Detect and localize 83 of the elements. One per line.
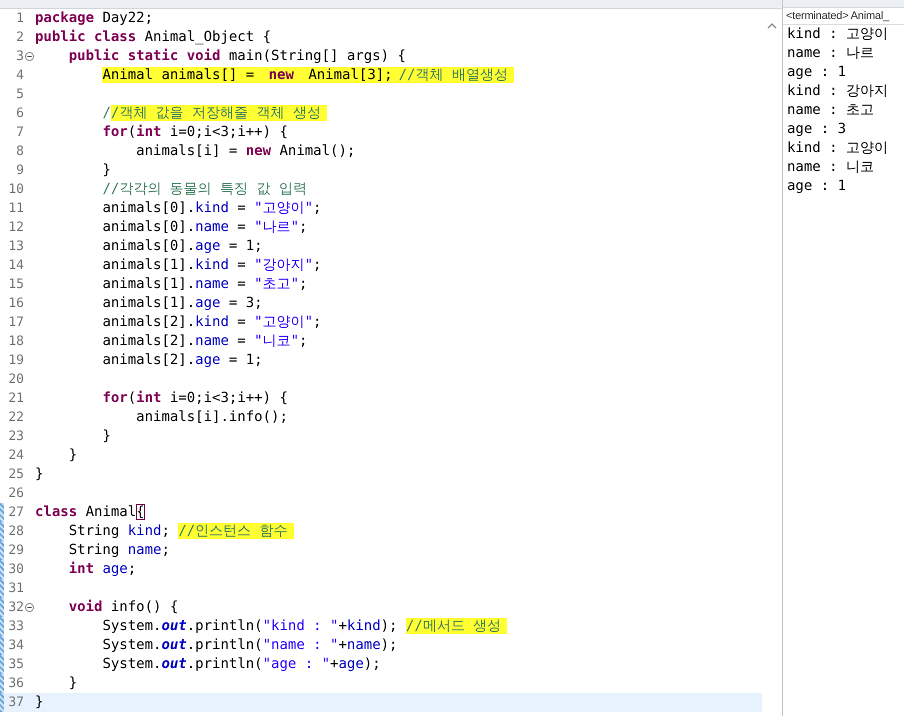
line-number: 5	[15, 86, 24, 104]
line-number: 20	[7, 371, 24, 389]
line-number: 37	[7, 694, 24, 712]
console-header: <terminated> Animal_	[786, 10, 890, 22]
code-line: String name;	[68, 541, 170, 560]
line-number: 10	[7, 181, 24, 199]
line-number: 9	[15, 162, 24, 180]
line-number: 36	[7, 675, 24, 693]
console-output-line: name : 니코	[787, 159, 874, 175]
code-line: animals[1].name = "초고";	[102, 275, 308, 294]
line-number: 3	[15, 48, 24, 66]
console-output-line: kind : 고양이	[787, 26, 888, 42]
console-output-line: name : 나르	[787, 45, 874, 61]
line-number: 12	[7, 219, 24, 237]
code-line: void info() {	[68, 598, 178, 617]
line-number: 19	[7, 352, 24, 370]
line-number: 21	[7, 390, 24, 408]
line-number: 26	[7, 485, 24, 503]
console-output-line: name : 초고	[787, 102, 874, 118]
console-output-line: age : 3	[787, 121, 846, 137]
code-line: }	[35, 693, 44, 712]
code-line: for(int i=0;i<3;i++) {	[102, 123, 288, 142]
code-line: animals[1].age = 3;	[102, 294, 263, 313]
code-line: //객체 값을 저장해줄 객체 생성	[102, 104, 328, 123]
line-number: 18	[7, 333, 24, 351]
console-output-line: age : 1	[787, 178, 846, 194]
code-line: }	[102, 161, 111, 180]
code-line: }	[68, 446, 78, 465]
code-line: System.out.println("name : "+name);	[102, 636, 398, 655]
code-line: String kind; //인스턴스 함수	[68, 522, 294, 541]
line-number: 2	[15, 29, 24, 47]
line-number: 15	[7, 276, 24, 294]
collapse-icon[interactable]	[24, 52, 34, 61]
code-line: }	[35, 465, 44, 484]
console-output-line: age : 1	[787, 64, 846, 80]
code-line: System.out.println("kind : "+kind); //메서드 생성	[102, 617, 508, 636]
code-line: animals[i] = new Animal();	[136, 142, 356, 161]
line-number: 34	[7, 637, 24, 655]
line-number: 4	[15, 67, 24, 85]
line-number: 24	[7, 447, 24, 465]
code-line: package Day22;	[35, 9, 154, 28]
code-line: Animal animals[] = new Animal[3]; //객체 배열생성	[102, 66, 514, 85]
line-number: 30	[7, 561, 24, 579]
line-number: 28	[7, 523, 24, 541]
code-line: System.out.println("age : "+age);	[102, 655, 381, 674]
line-number: 14	[7, 257, 24, 275]
line-number: 25	[7, 466, 24, 484]
code-line: animals[0].age = 1;	[102, 237, 263, 256]
line-number: 16	[7, 295, 24, 313]
code-line: for(int i=0;i<3;i++) {	[102, 389, 288, 408]
collapse-icon[interactable]	[24, 603, 34, 612]
line-number: 7	[15, 124, 24, 142]
code-line: animals[2].age = 1;	[102, 351, 263, 370]
line-number: 35	[7, 656, 24, 674]
code-line: public static void main(String[] args) {	[68, 47, 406, 66]
code-line: }	[102, 427, 111, 446]
code-line: //각각의 동물의 특징 값 입력	[102, 180, 308, 199]
code-line: class Animal{	[35, 503, 145, 522]
code-line: }	[68, 674, 78, 693]
line-number: 6	[15, 105, 24, 123]
line-number: 23	[7, 428, 24, 446]
line-number: 13	[7, 238, 24, 256]
line-number: 22	[7, 409, 24, 427]
code-line: animals[1].kind = "강아지";	[102, 256, 322, 275]
line-number: 17	[7, 314, 24, 332]
code-line: animals[i].info();	[136, 408, 288, 427]
code-line: animals[0].name = "나르";	[102, 218, 308, 237]
line-number: 29	[7, 542, 24, 560]
line-number: 1	[15, 10, 24, 28]
scroll-up-icon[interactable]	[767, 23, 777, 29]
line-number: 31	[7, 580, 24, 598]
line-number: 33	[7, 618, 24, 636]
line-number: 32	[7, 599, 24, 617]
code-line: animals[0].kind = "고양이";	[102, 199, 322, 218]
code-line: int age;	[68, 560, 136, 579]
console-output-line: kind : 고양이	[787, 140, 888, 156]
line-number: 8	[15, 143, 24, 161]
code-line: public class Animal_Object {	[35, 28, 272, 47]
code-line: animals[2].kind = "고양이";	[102, 313, 322, 332]
code-line: animals[2].name = "니코";	[102, 332, 308, 351]
console-output-line: kind : 강아지	[787, 83, 888, 99]
line-number: 11	[7, 200, 24, 218]
line-number: 27	[7, 504, 24, 522]
